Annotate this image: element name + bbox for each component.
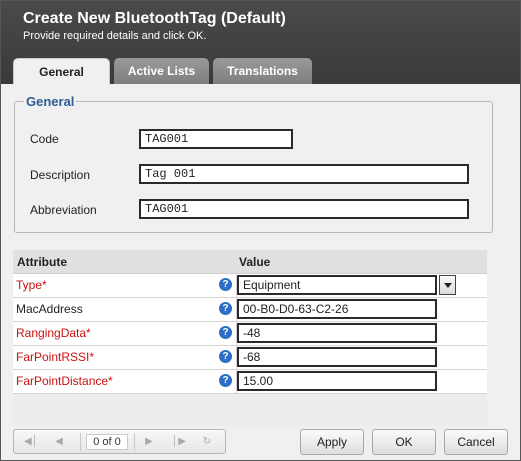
next-page-icon[interactable]: ▶: [142, 436, 156, 448]
table-row: FarPointDistance* ? 15.00: [13, 370, 487, 394]
create-bluetooth-tag-dialog: Create New BluetoothTag (Default) Provid…: [0, 0, 521, 461]
apply-button[interactable]: Apply: [300, 429, 364, 455]
pager-toolbar: ◀│ ◀ 0 of 0 ▶ │▶ ↻: [13, 429, 226, 454]
table-row: Type* ? Equipment: [13, 274, 487, 298]
type-select[interactable]: Equipment: [237, 275, 437, 295]
table-row: FarPointRSSI* ? -68: [13, 346, 487, 370]
description-label: Description: [30, 168, 91, 182]
code-label: Code: [30, 132, 59, 146]
grid-header: Attribute Value: [13, 250, 487, 274]
abbreviation-label: Abbreviation: [30, 203, 97, 217]
dialog-subtitle: Provide required details and click OK.: [23, 30, 207, 42]
attribute-column-header: Attribute: [17, 255, 67, 269]
attribute-name: Type*: [16, 278, 47, 292]
far-point-rssi-input[interactable]: -68: [237, 347, 437, 367]
table-row: MacAddress ? 00-B0-D0-63-C2-26: [13, 298, 487, 322]
description-field[interactable]: Tag 001: [139, 164, 469, 184]
help-icon[interactable]: ?: [219, 278, 232, 291]
prev-page-icon[interactable]: ◀: [52, 436, 66, 448]
attribute-name: RangingData*: [16, 326, 91, 340]
ok-button[interactable]: OK: [372, 429, 436, 455]
help-icon[interactable]: ?: [219, 374, 232, 387]
dialog-header: Create New BluetoothTag (Default) Provid…: [1, 1, 520, 85]
tab-general[interactable]: General: [13, 58, 110, 85]
help-icon[interactable]: ?: [219, 302, 232, 315]
mac-address-input[interactable]: 00-B0-D0-63-C2-26: [237, 299, 437, 319]
help-icon[interactable]: ?: [219, 326, 232, 339]
general-group: General Code TAG001 Description Tag 001 …: [14, 94, 493, 233]
code-field[interactable]: TAG001: [139, 129, 293, 149]
tab-active-lists[interactable]: Active Lists: [114, 58, 209, 84]
refresh-icon[interactable]: ↻: [200, 436, 214, 448]
last-page-icon[interactable]: │▶: [172, 436, 186, 448]
tab-translations[interactable]: Translations: [213, 58, 312, 84]
general-legend: General: [24, 94, 77, 109]
table-row: RangingData* ? -48: [13, 322, 487, 346]
abbreviation-field[interactable]: TAG001: [139, 199, 469, 219]
cancel-button[interactable]: Cancel: [444, 429, 508, 455]
far-point-distance-input[interactable]: 15.00: [237, 371, 437, 391]
page-info: 0 of 0: [86, 434, 128, 450]
chevron-down-icon[interactable]: [439, 275, 456, 295]
help-icon[interactable]: ?: [219, 350, 232, 363]
attribute-name: MacAddress: [16, 302, 83, 316]
ranging-data-input[interactable]: -48: [237, 323, 437, 343]
attribute-grid: Attribute Value Type* ? Equipment MacAdd…: [13, 250, 487, 426]
first-page-icon[interactable]: ◀│: [24, 436, 38, 448]
attribute-name: FarPointRSSI*: [16, 350, 95, 364]
value-column-header: Value: [239, 255, 271, 269]
dialog-title: Create New BluetoothTag (Default): [23, 10, 286, 27]
attribute-name: FarPointDistance*: [16, 374, 113, 388]
